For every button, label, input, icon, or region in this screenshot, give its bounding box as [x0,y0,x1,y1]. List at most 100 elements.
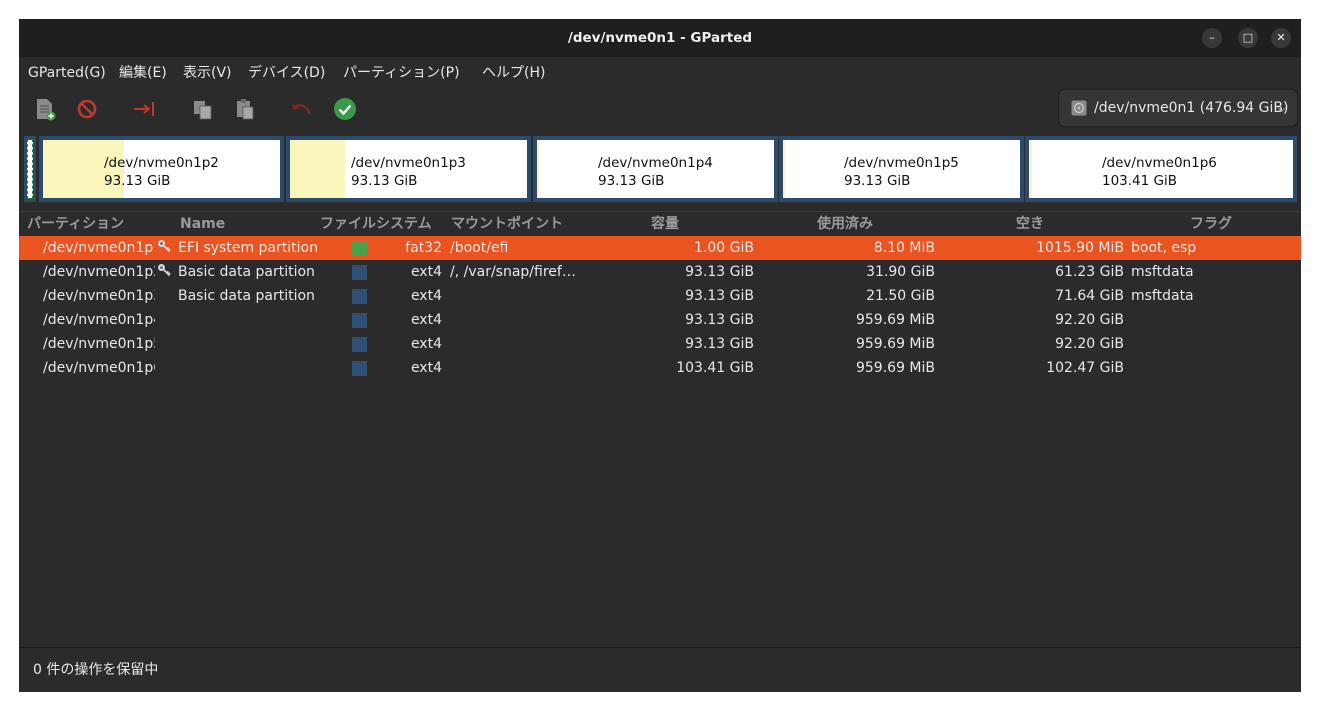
new-partition-icon[interactable] [31,95,59,123]
part-size: 93.13 GiB [351,173,418,189]
row-name: EFI system partition [178,240,318,256]
row-used: 8.10 MiB [873,240,935,256]
row-used: 31.90 GiB [866,264,935,280]
table-row[interactable]: /dev/nvme0n1p1 EFI system partition fat32 /… [19,236,1301,260]
row-name [178,356,318,380]
col-filesystem[interactable]: ファイルシステム [320,212,432,237]
table-row[interactable]: /dev/nvme0n1p2 Basic data partition ext4 /,… [19,260,1301,284]
table-header: パーティション Name ファイルシステム マウントポイント 容量 使用済み 空… [19,211,1301,237]
row-free: 71.64 GiB [1055,288,1124,304]
minimize-button[interactable]: – [1202,28,1222,48]
col-partition[interactable]: パーティション [27,212,124,237]
part-name: /dev/nvme0n1p4 [598,155,713,171]
row-name [178,308,318,332]
menu-help[interactable]: ヘルプ(H) [482,57,545,87]
device-selector[interactable]: /dev/nvme0n1 (476.94 GiB) ⌵ [1058,89,1298,127]
row-flags [1131,308,1296,332]
menu-view[interactable]: 表示(V) [183,57,232,87]
menu-gparted[interactable]: GParted(G) [28,57,106,87]
row-mountpoint [450,308,575,332]
diskmap-part-p2[interactable]: /dev/nvme0n1p2 93.13 GiB [39,136,284,202]
col-name[interactable]: Name [180,212,225,237]
disk-map: /dev/nvme0n1p2 93.13 GiB /dev/nvme0n1p3 … [19,131,1301,211]
col-free[interactable]: 空き [1016,212,1044,237]
used-space [537,140,540,198]
table-row[interactable]: /dev/nvme0n1p5 ext4 93.13 GiB 959.69 MiB 92.… [19,332,1301,356]
row-partition: /dev/nvme0n1p2 [43,264,155,280]
filesystem-color-swatch [352,313,367,328]
table-row[interactable]: /dev/nvme0n1p6 ext4 103.41 GiB 959.69 MiB 10… [19,356,1301,380]
row-used: 21.50 GiB [866,288,935,304]
close-button[interactable]: ✕ [1271,28,1291,48]
row-filesystem: ext4 [410,264,442,280]
row-mountpoint [450,284,575,308]
row-filesystem: ext4 [410,312,442,328]
used-space [1029,140,1032,198]
row-free: 92.20 GiB [1055,312,1124,328]
table-row[interactable]: /dev/nvme0n1p3 Basic data partition ext4 93… [19,284,1301,308]
filesystem-color-swatch [352,241,367,256]
col-flags[interactable]: フラグ [1190,212,1232,237]
used-space [783,140,786,198]
device-selector-label: /dev/nvme0n1 (476.94 GiB) [1094,100,1289,116]
row-size: 93.13 GiB [685,264,754,280]
delete-icon[interactable] [73,95,101,123]
apply-icon[interactable] [331,95,359,123]
col-used[interactable]: 使用済み [817,212,873,237]
filesystem-color-swatch [352,289,367,304]
part-name: /dev/nvme0n1p5 [844,155,959,171]
row-filesystem: ext4 [410,288,442,304]
row-free: 1015.90 MiB [1036,240,1124,256]
row-partition: /dev/nvme0n1p3 [43,288,155,304]
partition-list: /dev/nvme0n1p1 EFI system partition fat32 /… [19,236,1301,647]
col-size[interactable]: 容量 [651,212,679,237]
menu-edit[interactable]: 編集(E) [119,57,167,87]
row-flags [1131,356,1296,380]
part-name: /dev/nvme0n1p3 [351,155,466,171]
key-icon [157,263,171,277]
part-name: /dev/nvme0n1p2 [104,155,219,171]
maximize-button[interactable]: □ [1238,28,1258,48]
row-size: 103.41 GiB [676,360,754,376]
paste-icon[interactable] [231,95,259,123]
row-size: 93.13 GiB [685,336,754,352]
disk-icon [1071,100,1087,116]
key-icon [157,239,171,253]
row-used: 959.69 MiB [855,336,935,352]
menu-partition[interactable]: パーティション(P) [343,57,460,87]
chevron-down-icon: ⌵ [1277,101,1287,115]
used-space [290,140,345,198]
row-used: 959.69 MiB [855,360,935,376]
row-size: 1.00 GiB [694,240,754,256]
row-partition: /dev/nvme0n1p4 [43,312,155,328]
filesystem-color-swatch [352,361,367,376]
menu-device[interactable]: デバイス(D) [248,57,325,87]
copy-icon[interactable] [189,95,217,123]
window-title: /dev/nvme0n1 - GParted [567,30,753,46]
row-used: 959.69 MiB [855,312,935,328]
row-mountpoint: /, /var/snap/firef… [450,264,575,280]
row-mountpoint [450,332,575,356]
diskmap-part-p6[interactable]: /dev/nvme0n1p6 103.41 GiB [1025,136,1297,202]
part-name: /dev/nvme0n1p6 [1102,155,1217,171]
row-free: 102.47 GiB [1046,360,1124,376]
diskmap-part-p4[interactable]: /dev/nvme0n1p4 93.13 GiB [533,136,778,202]
row-partition: /dev/nvme0n1p1 [43,240,155,256]
diskmap-part-p5[interactable]: /dev/nvme0n1p5 93.13 GiB [779,136,1024,202]
status-bar: 0 件の操作を保留中 [19,647,1301,692]
row-name [178,332,318,356]
diskmap-part-p1[interactable] [24,136,36,202]
toolbar: /dev/nvme0n1 (476.94 GiB) ⌵ [19,87,1301,131]
table-row[interactable]: /dev/nvme0n1p4 ext4 93.13 GiB 959.69 MiB 92.… [19,308,1301,332]
row-flags [1131,332,1296,356]
pending-operations-label: 0 件の操作を保留中 [33,662,159,678]
row-filesystem: ext4 [410,336,442,352]
row-mountpoint: /boot/efi [450,240,509,256]
part-size: 93.13 GiB [104,173,171,189]
diskmap-part-p3[interactable]: /dev/nvme0n1p3 93.13 GiB [286,136,531,202]
resize-move-icon[interactable] [131,95,159,123]
undo-icon[interactable] [287,95,315,123]
row-size: 93.13 GiB [685,288,754,304]
col-mountpoint[interactable]: マウントポイント [451,212,563,237]
part-size: 93.13 GiB [598,173,665,189]
